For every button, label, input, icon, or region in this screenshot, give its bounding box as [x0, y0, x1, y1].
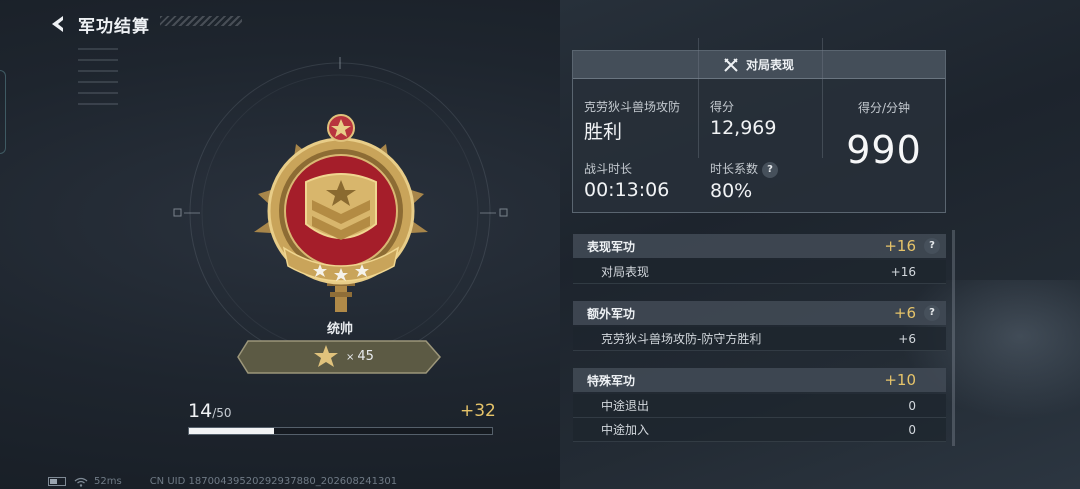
merit-progress-fill [189, 428, 274, 434]
score-label: 得分 [710, 100, 735, 114]
coef-label: 时长系数? [710, 160, 779, 178]
merit-section-header: 表现军功 +16 ? [573, 234, 946, 258]
merit-row: 克劳狄斗兽场攻防-防守方胜利 +6 [573, 327, 946, 351]
merit-scrollbar[interactable] [952, 230, 955, 446]
wifi-icon [74, 477, 88, 487]
panel-title: 对局表现 [745, 58, 794, 72]
ping-text: 52ms [94, 476, 122, 487]
help-icon[interactable]: ? [924, 238, 940, 254]
coef-cell: 时长系数? 80% [710, 160, 779, 202]
merit-progress-bar [188, 427, 493, 435]
score-cell: 得分 12,969 [710, 98, 776, 139]
duration-value: 00:13:06 [584, 179, 670, 201]
coef-value: 80% [710, 179, 753, 202]
merit-row: 中途加入 0 [573, 418, 946, 442]
merit-section-header: 额外军功 +6 ? [573, 301, 946, 325]
match-result: 胜利 [584, 121, 623, 143]
title-hatch-decoration [160, 16, 242, 26]
star-plate [237, 340, 441, 374]
duration-label: 战斗时长 [584, 162, 633, 176]
spm-value: 990 [846, 128, 922, 172]
merit-gain: +32 [460, 401, 496, 421]
header: 军功结算 [48, 10, 150, 38]
page-title: 军功结算 [78, 16, 150, 37]
decorative-lines [78, 48, 118, 138]
score-value: 12,969 [710, 117, 777, 139]
back-arrow-icon[interactable] [48, 14, 68, 34]
merit-section-header: 特殊军功 +10 [573, 368, 946, 392]
duration-cell: 战斗时长 00:13:06 [584, 160, 669, 201]
crossed-swords-icon [724, 57, 738, 72]
battery-icon [48, 477, 66, 486]
panel-header: 对局表现 [573, 51, 945, 79]
mode-label: 克劳狄斗兽场攻防 [584, 100, 681, 114]
spm-label: 得分/分钟 [857, 101, 911, 115]
help-icon[interactable]: ? [762, 161, 779, 178]
merit-row: 对局表现 +16 [573, 260, 946, 284]
star-count: × 45 [346, 349, 374, 364]
mode-cell: 克劳狄斗兽场攻防 胜利 [584, 98, 680, 144]
status-footer: 52ms CN UID 18700439520292937880_2026082… [48, 476, 397, 487]
panel-divider [698, 38, 699, 158]
rank-medal [254, 114, 428, 312]
uid-text: CN UID 18700439520292937880_202608241301 [149, 476, 398, 487]
help-icon[interactable]: ? [924, 305, 940, 321]
rank-name: 统帅 [326, 322, 353, 337]
merit-row: 中途退出 0 [573, 394, 946, 418]
merit-progress-value: 14/50 [188, 400, 232, 422]
side-tab-edge[interactable] [0, 70, 6, 154]
